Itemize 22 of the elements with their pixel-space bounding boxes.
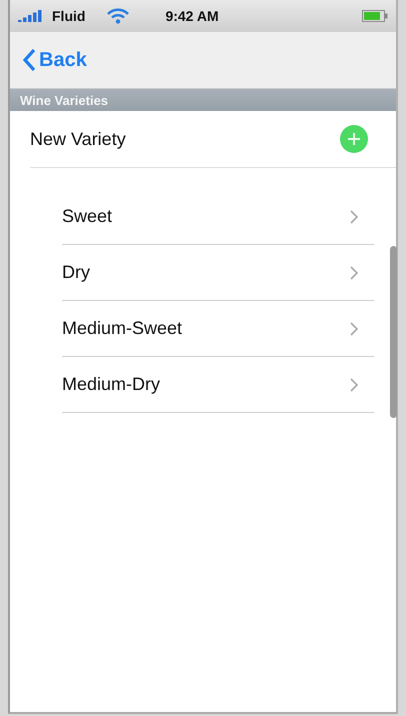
variety-label: Medium-Dry (62, 374, 160, 395)
chevron-icon (350, 322, 358, 336)
variety-row[interactable]: Medium-Sweet (62, 301, 374, 357)
new-variety-label[interactable]: New Variety (30, 128, 126, 150)
wifi-icon (107, 8, 130, 24)
status-time: 9:42 AM (165, 8, 220, 24)
variety-label: Sweet (62, 206, 112, 227)
variety-row[interactable]: Medium-Dry (62, 357, 374, 413)
back-chevron-icon (22, 48, 36, 72)
battery-icon (362, 10, 388, 22)
add-icon[interactable] (340, 125, 368, 153)
chevron-icon (350, 266, 358, 280)
variety-label: Medium-Sweet (62, 318, 182, 339)
chevron-icon (350, 210, 358, 224)
section-header: Wine Varieties (10, 89, 396, 111)
carrier-name: Fluid (52, 8, 86, 24)
signal-icon (18, 10, 42, 22)
variety-row[interactable]: Sweet (62, 189, 374, 245)
variety-row[interactable]: Dry (62, 245, 374, 301)
chevron-icon (350, 378, 358, 392)
scrollbar[interactable] (390, 246, 397, 418)
variety-label: Dry (62, 262, 90, 283)
